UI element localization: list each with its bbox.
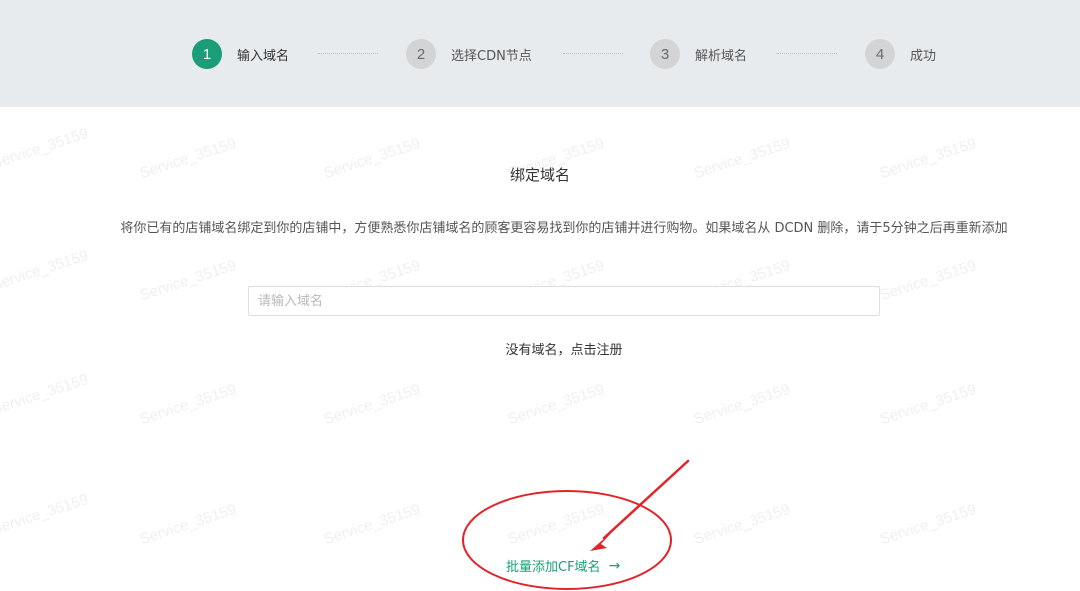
step-1: 1 输入域名 [192,39,289,69]
step-separator [563,53,623,54]
batch-add-cf-domain-link[interactable]: 批量添加CF域名 → [506,556,621,576]
register-domain-link[interactable]: 没有域名，点击注册 [0,339,1080,358]
step-3: 3 解析域名 [650,39,747,69]
page-description: 将你已有的店铺域名绑定到你的店铺中，方便熟悉你店铺域名的顾客更容易找到你的店铺并… [120,221,1008,236]
step-2-number: 2 [406,39,436,69]
step-2-label: 选择CDN节点 [451,48,532,64]
step-progress-bar: 1 输入域名 2 选择CDN节点 3 解析域名 4 成功 [0,0,1080,107]
step-separator [777,53,837,54]
step-4-label: 成功 [910,48,937,64]
step-1-label: 输入域名 [237,48,290,64]
step-1-number: 1 [192,39,222,69]
step-3-label: 解析域名 [695,48,748,64]
page-title: 绑定域名 [509,166,570,184]
domain-input[interactable] [248,286,880,316]
arrow-right-icon: → [608,557,621,574]
step-separator [318,53,378,54]
step-4: 4 成功 [865,39,936,69]
batch-add-cf-domain-label: 批量添加CF域名 [506,560,601,575]
step-2: 2 选择CDN节点 [406,39,532,69]
step-4-number: 4 [865,39,895,69]
bind-domain-panel: 绑定域名 将你已有的店铺域名绑定到你的店铺中，方便熟悉你店铺域名的顾客更容易找到… [0,107,1080,591]
step-3-number: 3 [650,39,680,69]
